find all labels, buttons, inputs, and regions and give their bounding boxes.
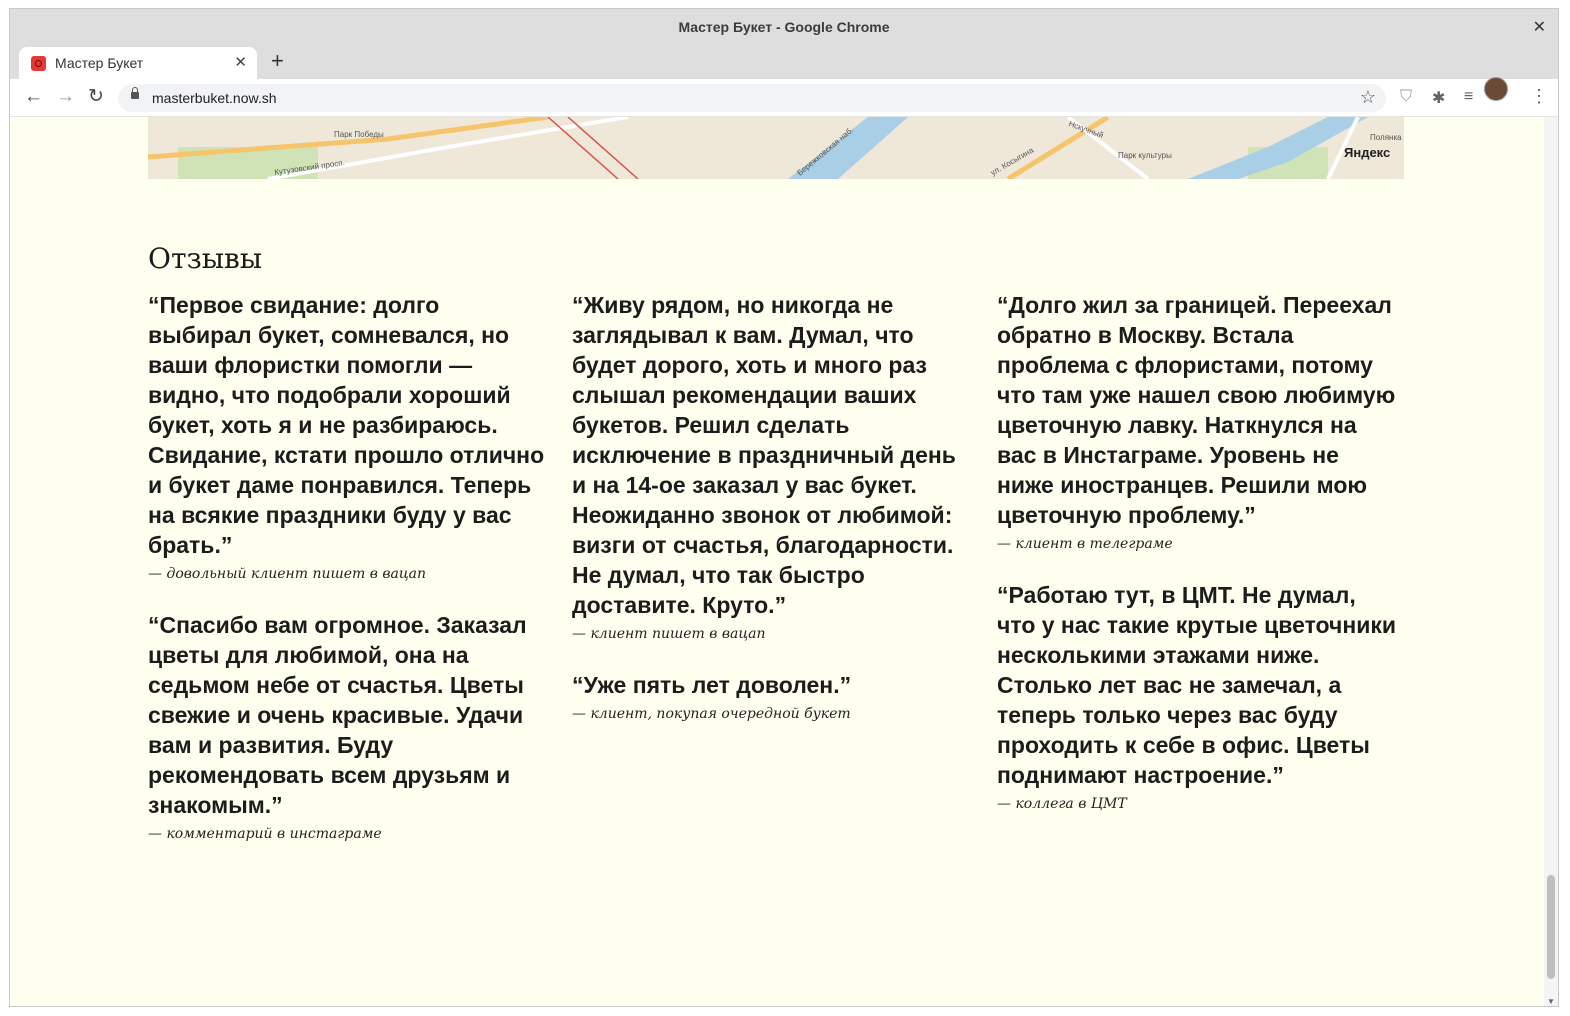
review-item: “Спасибо вам огромное. Заказал цветы для… [148,610,548,842]
review-quote: “Первое свидание: долго выбирал букет, с… [148,292,545,558]
tab-title: Мастер Букет [55,55,144,71]
yandex-logo: Яндекс [1344,145,1391,160]
new-tab-button[interactable]: + [271,48,284,74]
review-author: — довольный клиент пишет в вацап [148,566,427,582]
site-favicon-icon [31,56,46,71]
map-label: Полянка [1370,133,1402,142]
profile-avatar[interactable] [1484,77,1508,101]
review-author: — комментарий в инстаграме [148,826,382,842]
url-text[interactable]: masterbuket.now.sh [152,90,277,106]
reload-icon[interactable]: ↻ [88,87,104,107]
review-quote: “Долго жил за границей. Переехал обратно… [997,292,1396,528]
extensions-puzzle-icon[interactable]: ✱ [1432,88,1445,108]
reviews-column-1: “Первое свидание: долго выбирал букет, с… [148,290,548,870]
review-author: — клиент, покупая очередной букет [572,706,851,722]
yandex-map[interactable]: Парк Победы Кутузовский просп. Бережковс… [148,117,1404,179]
browser-toolbar: ← → ↻ masterbuket.now.sh ☆ ⛉ ✱ ≡ ⋮ [10,79,1558,117]
page-scrollbar[interactable]: ▼ [1544,117,1558,1006]
title-bar: Мастер Букет - Google Chrome ✕ [10,9,1558,45]
tab-strip: Мастер Букет ✕ + [10,45,1558,79]
review-item: “Живу рядом, но никогда не заглядывал к … [572,290,972,642]
browser-window: Мастер Букет - Google Chrome ✕ Мастер Бу… [9,8,1559,1007]
shield-extension-icon[interactable]: ⛉ [1400,88,1412,106]
address-bar[interactable]: masterbuket.now.sh ☆ [118,84,1386,112]
back-arrow-icon[interactable]: ← [24,87,43,107]
media-control-icon[interactable]: ≡ [1464,88,1473,106]
map-label: Парк культуры [1118,151,1172,160]
window-close-icon[interactable]: ✕ [1533,17,1546,37]
browser-menu-icon[interactable]: ⋮ [1530,86,1548,107]
review-quote: “Живу рядом, но никогда не заглядывал к … [572,292,956,618]
review-quote: “Уже пять лет доволен.” [572,672,852,698]
map-label: Парк Победы [334,130,384,139]
review-author: — коллега в ЦМТ [997,796,1127,812]
review-quote: “Спасибо вам огромное. Заказал цветы для… [148,612,527,818]
tab-masterbuket[interactable]: Мастер Букет ✕ [19,47,257,79]
review-author: — клиент пишет в вацап [572,626,766,642]
scrollbar-thumb[interactable] [1547,875,1555,979]
lock-icon [131,87,139,99]
reviews-column-3: “Долго жил за границей. Переехал обратно… [997,290,1397,840]
review-item: “Долго жил за границей. Переехал обратно… [997,290,1397,552]
review-author: — клиент в телеграме [997,536,1173,552]
bookmark-star-icon[interactable]: ☆ [1360,87,1376,108]
map-roads [148,117,1404,179]
reviews-title: Отзывы [148,242,263,275]
review-quote: “Работаю тут, в ЦМТ. Не думал, что у нас… [997,582,1397,788]
reviews-column-2: “Живу рядом, но никогда не заглядывал к … [572,290,972,750]
forward-arrow-icon[interactable]: → [56,87,75,107]
review-item: “Работаю тут, в ЦМТ. Не думал, что у нас… [997,580,1397,812]
tab-close-icon[interactable]: ✕ [234,53,247,71]
review-item: “Уже пять лет доволен.” — клиент, покупа… [572,670,972,722]
review-item: “Первое свидание: долго выбирал букет, с… [148,290,548,582]
scroll-down-arrow-icon[interactable]: ▼ [1547,997,1555,1006]
window-title: Мастер Букет - Google Chrome [678,19,890,35]
